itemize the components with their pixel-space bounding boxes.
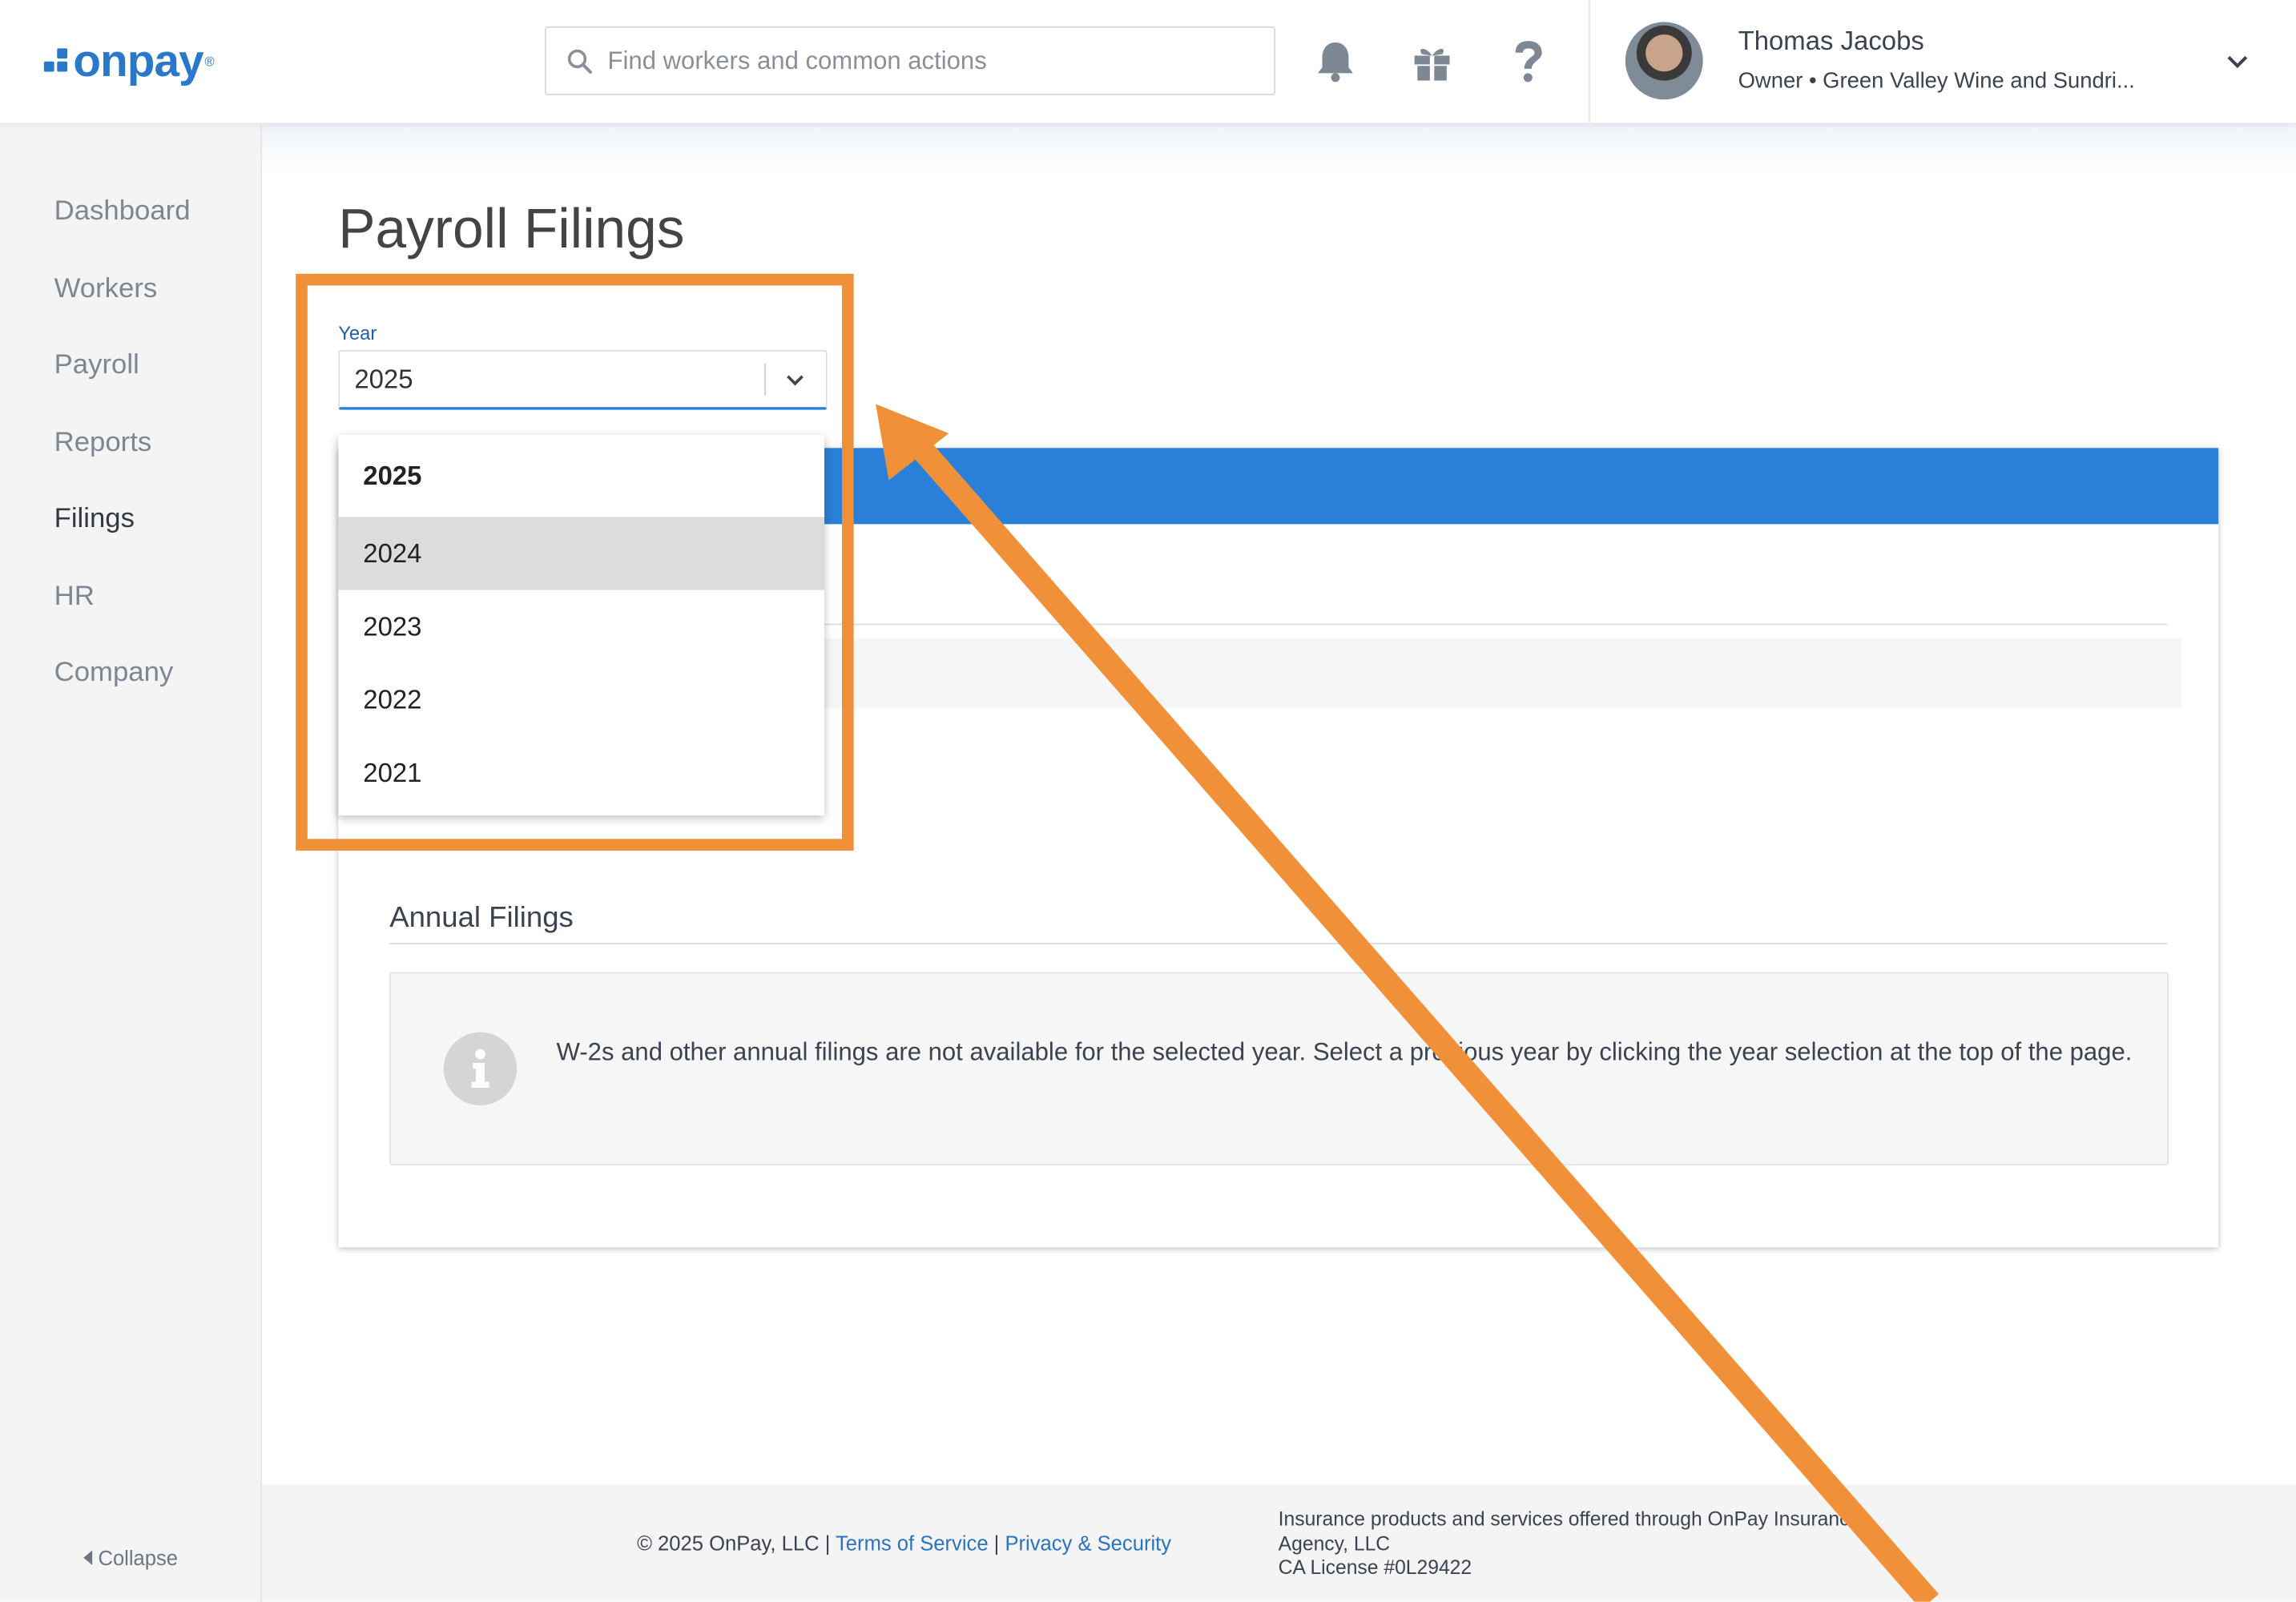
bell-icon[interactable] [1312,38,1359,85]
sidebar-item-filings[interactable]: Filings [54,504,135,536]
insurance-line-3: CA License #0L29422 [1278,1556,1472,1579]
year-option-2021[interactable]: 2021 [338,736,824,809]
sidebar-item-hr[interactable]: HR [54,582,95,614]
sidebar: Dashboard Workers Payroll Reports Filing… [0,123,263,1602]
sidebar-item-reports[interactable]: Reports [54,428,152,460]
year-option-2025[interactable]: 2025 [338,435,824,517]
page-title: Payroll Filings [338,199,685,261]
user-name: Thomas Jacobs [1738,26,1924,56]
terms-link[interactable]: Terms of Service [836,1532,989,1555]
avatar[interactable] [1625,22,1703,100]
logo-text: onpay [73,34,203,87]
top-bar: onpay ® Find workers and common actions … [0,0,2296,125]
search-icon [567,48,592,73]
copyright-text: © 2025 OnPay, LLC | [637,1531,831,1556]
year-option-2024[interactable]: 2024 [338,517,825,590]
chevron-down-icon[interactable] [2223,46,2253,76]
header-divider [1589,0,1590,123]
sidebar-item-workers[interactable]: Workers [54,274,158,306]
search-box[interactable] [544,26,1276,95]
onpay-logo[interactable]: onpay ® [43,34,215,88]
sidebar-item-payroll[interactable]: Payroll [54,350,139,382]
insurance-disclaimer: Insurance products and services offered … [1279,1508,1923,1580]
privacy-link[interactable]: Privacy & Security [1005,1532,1171,1555]
year-select[interactable]: 2025 [338,349,828,410]
logo-mark-icon [43,48,70,72]
sidebar-item-company[interactable]: Company [54,658,174,690]
collapse-label: Collapse [98,1546,179,1570]
annual-filings-title: Annual Filings [389,901,574,935]
footer-separator: | [993,1531,1000,1556]
content-top-shade [262,123,2296,173]
caret-left-icon [83,1550,93,1565]
chevron-down-icon[interactable] [782,366,808,392]
search-input[interactable] [604,44,1255,77]
annual-filings-message: W-2s and other annual filings are not av… [556,1037,2133,1066]
footer: © 2025 OnPay, LLC | Terms of Service | P… [262,1484,2296,1602]
year-dropdown-menu: 2025 2024 2023 2022 2021 [338,434,825,816]
gift-icon[interactable] [1408,38,1455,85]
year-label: Year [338,322,377,344]
year-select-field: Year 2025 [338,299,828,410]
annual-filings-notice: W-2s and other annual filings are not av… [389,972,2169,1165]
collapse-button[interactable]: Collapse [83,1546,178,1569]
help-icon[interactable] [1505,38,1552,85]
insurance-line-1: Insurance products and services offered … [1278,1507,1861,1531]
annual-filings-divider [389,943,2168,944]
insurance-line-2: Agency, LLC [1278,1532,1391,1555]
info-icon [443,1032,518,1105]
sidebar-item-dashboard[interactable]: Dashboard [54,196,191,228]
footer-links: © 2025 OnPay, LLC | Terms of Service | P… [637,1532,1171,1555]
year-option-2023[interactable]: 2023 [338,590,824,663]
logo-registered-mark: ® [204,54,215,69]
user-role: Owner • Green Valley Wine and Sundri... [1738,68,2135,94]
year-option-2022[interactable]: 2022 [338,663,824,736]
select-separator [764,363,766,396]
year-select-value: 2025 [354,364,413,393]
